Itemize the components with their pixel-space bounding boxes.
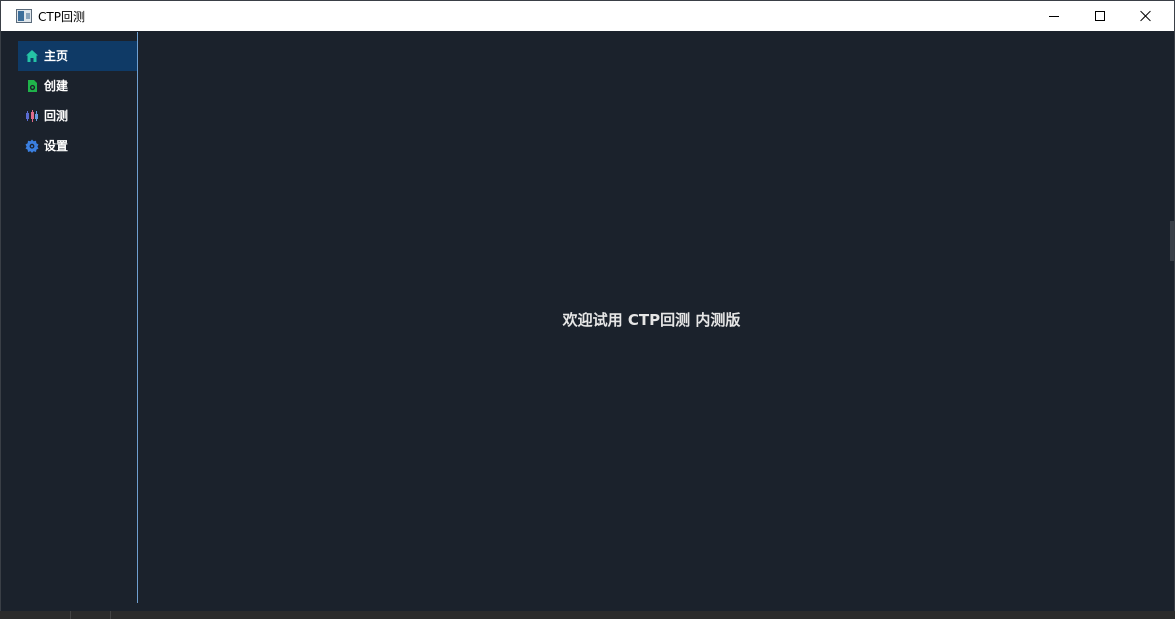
sidebar: 主页 创建 回测 设置 [8, 32, 138, 603]
create-file-icon [28, 80, 37, 92]
sidebar-item-label: 回测 [44, 109, 69, 123]
title-bar[interactable]: CTP回测 [1, 1, 1174, 31]
sidebar-item-label: 设置 [44, 139, 69, 153]
app-icon [16, 9, 32, 23]
maximize-icon [1095, 11, 1105, 21]
minimize-icon [1049, 15, 1059, 17]
window-title: CTP回测 [38, 10, 85, 24]
close-button[interactable] [1123, 1, 1169, 31]
divider [70, 611, 71, 619]
close-icon [1140, 10, 1152, 22]
sidebar-item-label: 创建 [44, 79, 69, 93]
client-area: 主页 创建 回测 设置 欢迎试用 CTP回测 内测版 [8, 32, 1168, 612]
sidebar-item-label: 主页 [44, 49, 69, 63]
main-content: 欢迎试用 CTP回测 内测版 [139, 32, 1168, 603]
sidebar-item-create[interactable]: 创建 [18, 71, 137, 101]
sidebar-item-settings[interactable]: 设置 [18, 131, 137, 161]
home-icon [26, 50, 38, 62]
window-resize-edge [1170, 221, 1174, 261]
minimize-button[interactable] [1031, 1, 1077, 31]
sidebar-item-home[interactable]: 主页 [18, 41, 137, 71]
divider [110, 611, 111, 619]
welcome-message: 欢迎试用 CTP回测 内测版 [562, 311, 741, 329]
maximize-button[interactable] [1077, 1, 1123, 31]
gear-icon [25, 139, 39, 153]
candlestick-icon [26, 110, 38, 122]
sidebar-item-backtest[interactable]: 回测 [18, 101, 137, 131]
taskbar-strip [0, 611, 1175, 619]
app-window: CTP回测 主页 创建 回测 设置 欢迎试用 CTP回测 内测版 [0, 0, 1175, 619]
